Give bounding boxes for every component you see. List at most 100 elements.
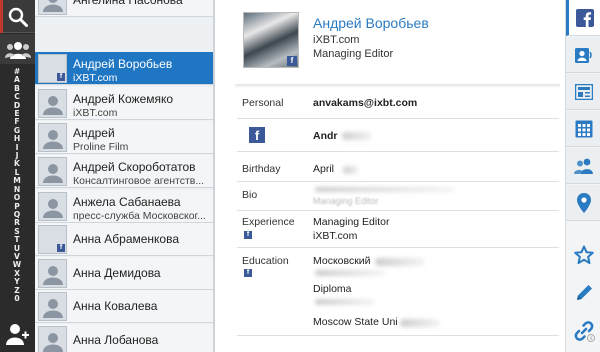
- divider: [237, 151, 559, 152]
- redacted-text: [315, 270, 385, 276]
- facebook-small-icon: f: [244, 231, 252, 239]
- contact-name: Анна Ковалева: [73, 299, 158, 313]
- contact-row[interactable]: Анна Лобанова: [35, 324, 213, 352]
- contact-row[interactable]: Анна Ковалева: [35, 290, 213, 323]
- tab-calendar[interactable]: [566, 111, 600, 147]
- tab-location[interactable]: [566, 185, 600, 221]
- index-rail: # A B C D E F G H I J K L M N O P Q R S T U V W X Y Z 0: [0, 0, 35, 352]
- tab-shared-contacts[interactable]: [566, 148, 600, 184]
- shared-contacts-icon: [573, 158, 593, 174]
- search-icon: [8, 7, 28, 27]
- email-value[interactable]: anvakams@ixbt.com: [313, 97, 417, 109]
- detail-tab-bar: i: [565, 0, 600, 352]
- contact-avatar: [38, 192, 67, 221]
- experience-company: iXBT.com: [313, 230, 358, 242]
- default-avatar-icon: [43, 299, 63, 318]
- bio-value: Managing Editor: [313, 196, 379, 206]
- contact-avatar: [38, 292, 67, 321]
- divider: [237, 210, 559, 211]
- contact-name: Андрей Кожемяко: [73, 92, 174, 106]
- birthday-value: April: [313, 163, 335, 175]
- redacted-text: [315, 187, 455, 192]
- contact-name: Ангелина Насонова: [73, 0, 183, 7]
- education-label: Education: [242, 255, 289, 267]
- facebook-icon: [576, 8, 594, 27]
- redacted-text: [400, 319, 440, 327]
- contact-avatar: [38, 326, 67, 352]
- header-divider: [235, 84, 560, 88]
- edit-icon: [576, 285, 592, 300]
- contact-card-icon: [574, 47, 592, 63]
- divider: [237, 247, 559, 248]
- contact-company: пресс-служба Московског...: [73, 210, 206, 222]
- edit-button[interactable]: [566, 278, 600, 308]
- active-indicator: [0, 0, 3, 33]
- experience-title: Managing Editor: [313, 216, 390, 228]
- facebook-icon: f: [249, 127, 265, 143]
- contact-row[interactable]: Андрей Скороботатов Консалтинговое агентс…: [35, 155, 213, 188]
- education-university: Moscow State Uni: [313, 316, 398, 328]
- link-button[interactable]: i: [566, 316, 600, 346]
- news-icon: [574, 83, 593, 100]
- default-avatar-icon: [43, 0, 63, 12]
- contact-name: Андрей: [73, 126, 115, 140]
- contact-company: Proline Film: [73, 141, 129, 153]
- personal-label: Personal: [242, 97, 284, 109]
- tab-news[interactable]: [566, 74, 600, 110]
- facebook-badge-icon: f: [57, 73, 65, 81]
- birthday-label: Birthday: [242, 163, 281, 175]
- default-avatar-icon: [43, 96, 63, 115]
- contact-row[interactable]: Анна Демидова: [35, 257, 213, 290]
- redacted-text: [343, 166, 359, 174]
- contact-name: Анжела Сабанаева: [73, 195, 181, 209]
- contact-company: iXBT.com: [73, 72, 118, 84]
- education-degree: Diploma: [313, 283, 352, 295]
- divider: [237, 335, 559, 336]
- contact-row[interactable]: Анжела Сабанаева пресс-служба Московског.…: [35, 190, 213, 223]
- contact-avatar: [38, 123, 67, 152]
- location-icon: [576, 192, 591, 213]
- contact-row[interactable]: Ангелина Насонова: [35, 0, 213, 17]
- contact-avatar: [38, 259, 67, 288]
- contact-row[interactable]: Андрей Кожемяко iXBT.com: [35, 87, 213, 120]
- redacted-text: [342, 132, 372, 140]
- calendar-icon: [575, 120, 592, 137]
- groups-button[interactable]: [0, 34, 35, 64]
- facebook-badge-icon: f: [57, 244, 65, 252]
- tab-contact-card[interactable]: [566, 37, 600, 73]
- favorite-button[interactable]: [566, 240, 600, 270]
- contact-name: Анна Лобанова: [73, 333, 159, 347]
- add-person-icon: [6, 324, 29, 345]
- facebook-badge-icon: f: [287, 56, 297, 66]
- svg-text:i: i: [590, 336, 591, 342]
- search-button[interactable]: [0, 0, 35, 33]
- contact-title: Managing Editor: [313, 48, 394, 60]
- index-letter[interactable]: 0: [14, 294, 19, 303]
- contact-name: Андрей Скороботатов: [73, 160, 196, 174]
- contact-row[interactable]: Андрей Proline Film: [35, 121, 213, 154]
- facebook-small-icon: f: [244, 269, 252, 277]
- contact-photo: f: [243, 12, 299, 68]
- contact-avatar: f: [38, 225, 67, 254]
- alphabet-index[interactable]: # A B C D E F G H I J K L M N O P Q R S T U V W X Y Z 0: [9, 67, 25, 303]
- redacted-text: [375, 258, 425, 266]
- redacted-text: [315, 299, 375, 305]
- contact-list[interactable]: Ангелина Насонова f Андрей Воробьев iXBT.co…: [35, 0, 213, 352]
- bio-label: Bio: [242, 189, 258, 201]
- divider: [237, 118, 559, 119]
- contact-name: Анна Демидова: [73, 266, 161, 280]
- contact-avatar: [38, 89, 67, 118]
- groups-icon: [5, 42, 31, 59]
- default-avatar-icon: [43, 333, 63, 352]
- contact-row[interactable]: f Андрей Воробьев iXBT.com: [35, 52, 213, 85]
- default-avatar-icon: [43, 164, 63, 183]
- contact-row[interactable]: f Анна Абраменкова: [35, 223, 213, 256]
- education-school: Московский: [313, 255, 371, 267]
- contact-name: Андрей Воробьев: [73, 57, 173, 71]
- tab-facebook[interactable]: [566, 0, 600, 36]
- divider: [237, 181, 559, 182]
- add-contact-button[interactable]: [5, 322, 29, 351]
- facebook-name-value[interactable]: Andr: [313, 130, 338, 142]
- contact-detail: f Андрей Воробьев iXBT.com Managing Edit…: [215, 0, 565, 352]
- contact-company: Консалтинговое агентств...: [73, 175, 205, 187]
